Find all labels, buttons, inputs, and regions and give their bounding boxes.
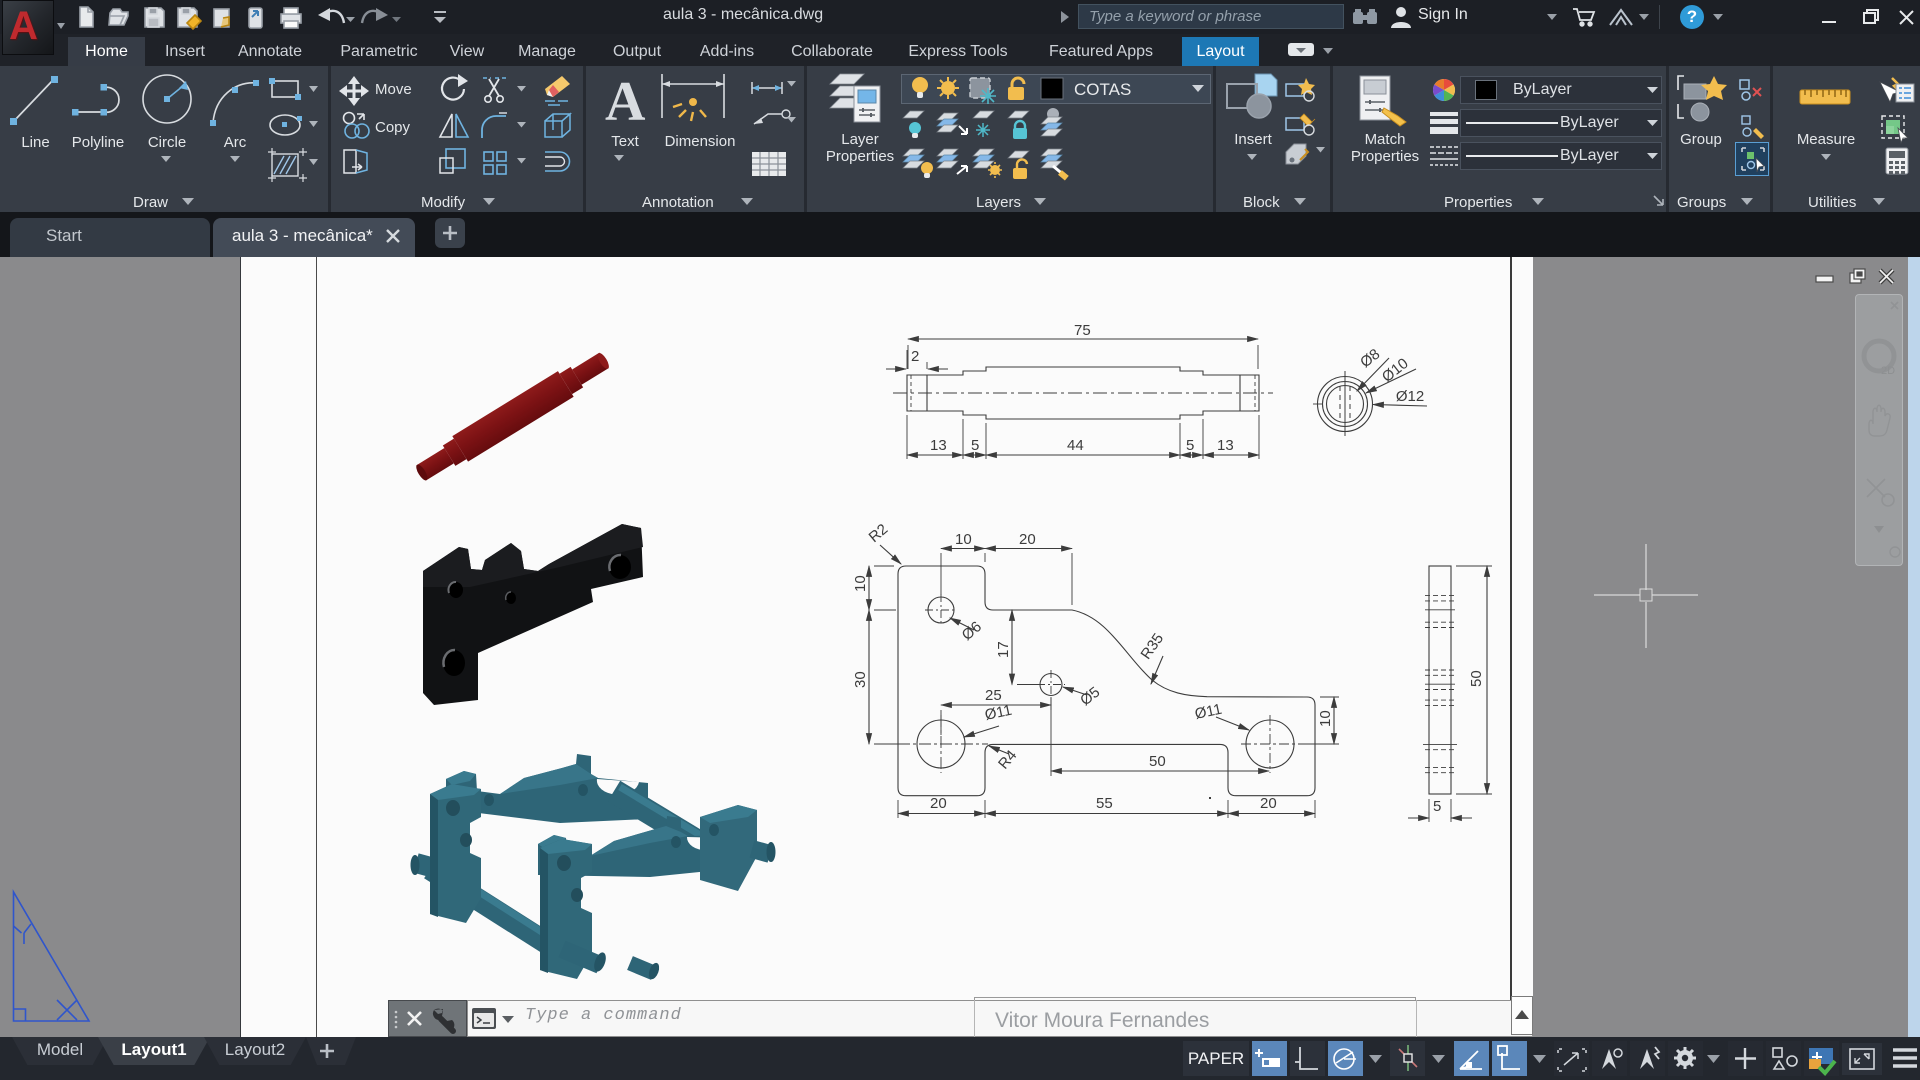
svg-text:2D: 2D bbox=[1881, 365, 1895, 377]
svg-text:COTAS: COTAS bbox=[1074, 80, 1131, 99]
